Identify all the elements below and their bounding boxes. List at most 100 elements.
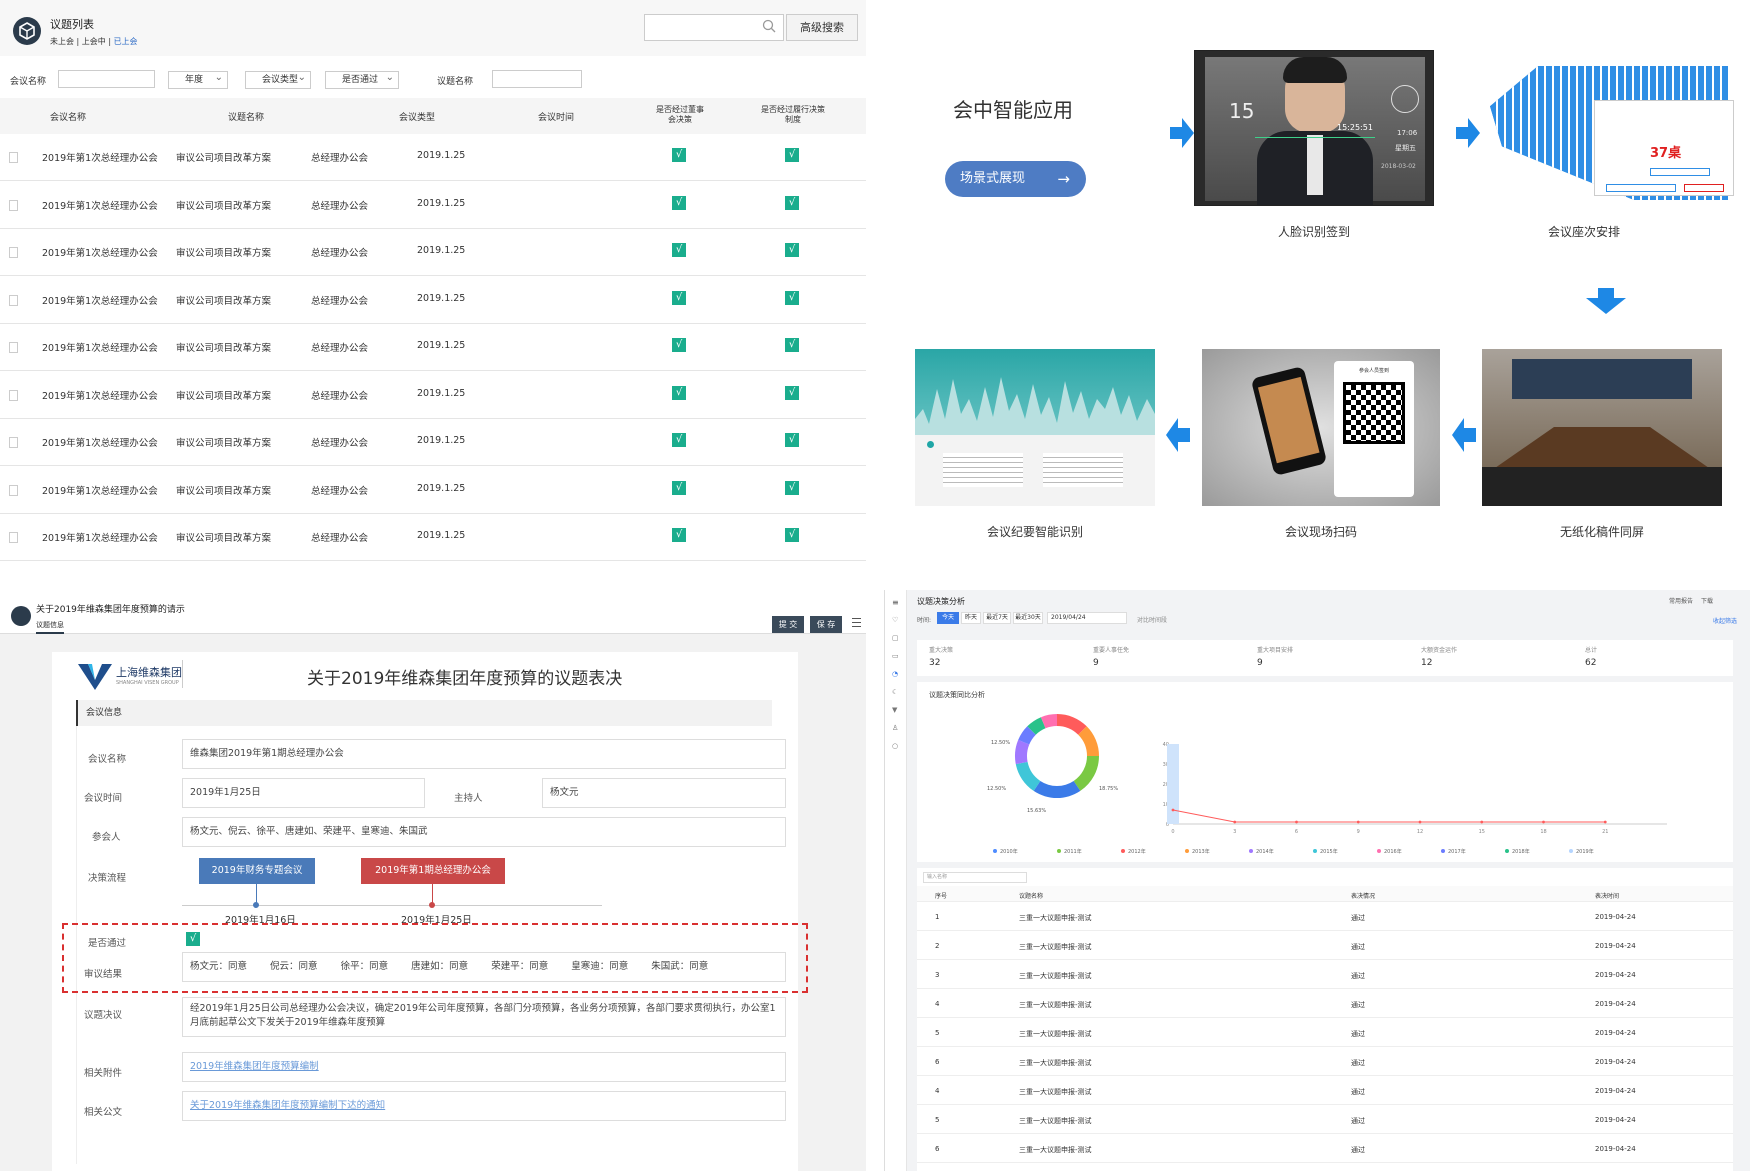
- menu-icon[interactable]: [852, 618, 861, 627]
- legend-item[interactable]: 2014年: [1249, 848, 1274, 855]
- row-checkbox[interactable]: [9, 247, 18, 258]
- settings-icon[interactable]: ○: [892, 742, 898, 750]
- chart-title: 议题决策同比分析: [929, 691, 985, 699]
- tab-done-meeting[interactable]: 已上会: [114, 37, 138, 46]
- table-row[interactable]: 4 三重一大议题申报-测试 通过 2019-04-24: [917, 989, 1733, 1018]
- row-checkbox[interactable]: [9, 437, 18, 448]
- attendees-field[interactable]: 杨文元、倪云、徐平、唐建如、荣建平、皇寒迪、朱国武: [182, 817, 786, 847]
- table-row[interactable]: 5 三重一大议题申报-测试 通过 2019-04-24: [917, 1105, 1733, 1134]
- data-point[interactable]: [1480, 820, 1484, 824]
- legend-item[interactable]: 2013年: [1185, 848, 1210, 855]
- table-row[interactable]: 2019年第1次总经理办公会 审议公司项目改革方案 总经理办公会 2019.1.25 √…: [0, 182, 866, 229]
- table-row[interactable]: 2019年第1次总经理办公会 审议公司项目改革方案 总经理办公会 2019.1.25 √…: [0, 229, 866, 276]
- tab-not-meeting[interactable]: 未上会: [50, 37, 74, 46]
- chat-icon[interactable]: ▭: [892, 652, 899, 660]
- doc-link[interactable]: 关于2019年维森集团年度预算编制下达的通知: [182, 1091, 786, 1121]
- legend-item[interactable]: 2018年: [1505, 848, 1530, 855]
- table-row[interactable]: 2019年第1次总经理办公会 审议公司项目改革方案 总经理办公会 2019.1.25 √…: [0, 324, 866, 371]
- filter-icon[interactable]: ▼: [892, 706, 897, 714]
- scene-button[interactable]: 场景式展现 →: [945, 161, 1086, 197]
- donut-slice[interactable]: [1033, 780, 1081, 798]
- advanced-search-button[interactable]: 高级搜索: [786, 14, 858, 41]
- cell-date: 2019.1.25: [417, 197, 466, 209]
- bar[interactable]: [1167, 744, 1179, 824]
- row-checkbox[interactable]: [9, 152, 18, 163]
- table-row[interactable]: 2019年第1次总经理办公会 审议公司项目改革方案 总经理办公会 2019.1.25 √…: [0, 277, 866, 324]
- date-picker[interactable]: 2019/04/24: [1047, 612, 1127, 624]
- table-row[interactable]: 5 三重一大议题申报-测试 通过 2019-04-24: [917, 1018, 1733, 1047]
- filter-meeting-name-input[interactable]: [58, 70, 155, 88]
- tab-in-meeting[interactable]: 上会中: [82, 37, 106, 46]
- cell-no: 5: [935, 1029, 940, 1037]
- data-point[interactable]: [1603, 820, 1607, 824]
- meeting-name-field[interactable]: 维森集团2019年第1期总经理办公会: [182, 739, 786, 769]
- submit-button[interactable]: 提 交: [772, 616, 804, 633]
- filter-topic-name-input[interactable]: [492, 70, 582, 88]
- caption-minutes: 会议纪要智能识别: [986, 525, 1083, 539]
- resolution-field[interactable]: 经2019年1月25日公司总经理办公会决议，确定2019年公司年度预算，各部门分…: [182, 997, 786, 1037]
- legend-item[interactable]: 2010年: [993, 848, 1018, 855]
- heart-icon[interactable]: ♡: [892, 616, 898, 624]
- host-field[interactable]: 杨文元: [542, 778, 786, 808]
- table-row[interactable]: 2019年第1次总经理办公会 审议公司项目改革方案 总经理办公会 2019.1.25 √…: [0, 372, 866, 419]
- search-icon[interactable]: [762, 19, 776, 33]
- report-link[interactable]: 常用报告: [1669, 598, 1693, 605]
- compare-checkbox[interactable]: 对比时间段: [1137, 615, 1167, 624]
- meeting-time-field[interactable]: 2019年1月25日: [182, 778, 425, 808]
- save-button[interactable]: 保 存: [810, 616, 842, 633]
- row-checkbox[interactable]: [9, 199, 18, 211]
- download-link[interactable]: 下载: [1701, 598, 1713, 605]
- legend-item[interactable]: 2016年: [1377, 848, 1402, 855]
- table-row[interactable]: 1 三重一大议题申报-测试 通过 2019-04-24: [917, 902, 1733, 931]
- tab-7days[interactable]: 最近7天: [983, 612, 1011, 624]
- row-checkbox[interactable]: [9, 342, 18, 353]
- data-point[interactable]: [1356, 820, 1360, 824]
- data-point[interactable]: [1233, 820, 1237, 824]
- table-row[interactable]: 6 三重一大议题申报-测试 通过 2019-04-24: [917, 1134, 1733, 1163]
- doc-icon[interactable]: ▢: [892, 634, 899, 642]
- chart-icon[interactable]: ◔: [892, 670, 898, 678]
- table-row[interactable]: 2019年第1次总经理办公会 审议公司项目改革方案 总经理办公会 2019.1.25 √…: [0, 467, 866, 514]
- collapse-filter[interactable]: 收起筛选: [1713, 616, 1737, 625]
- row-checkbox[interactable]: [9, 484, 18, 496]
- donut-slice[interactable]: [1073, 756, 1099, 791]
- filter-year-select[interactable]: 年度: [168, 70, 228, 89]
- tab-today[interactable]: 今天: [937, 612, 959, 624]
- tab-yesterday[interactable]: 昨天: [961, 612, 981, 624]
- col-meeting-type: 会议类型: [399, 113, 436, 123]
- user-icon[interactable]: ♙: [892, 724, 898, 732]
- table-search-input[interactable]: 输入名称: [923, 872, 1027, 883]
- filter-passed-select[interactable]: 是否通过: [325, 70, 399, 89]
- filter-type-select[interactable]: 会议类型: [245, 70, 311, 89]
- row-checkbox[interactable]: [9, 389, 18, 401]
- menu-icon[interactable]: ≡: [892, 598, 899, 607]
- data-point[interactable]: [1171, 808, 1175, 812]
- cell-meeting: 2019年第1次总经理办公会: [42, 485, 158, 497]
- data-point[interactable]: [1542, 820, 1545, 824]
- label-resolution: 议题决议: [84, 1010, 123, 1021]
- legend-item[interactable]: 2012年: [1121, 848, 1146, 855]
- legend-item[interactable]: 2015年: [1313, 848, 1338, 855]
- tab-30days[interactable]: 最近30天: [1013, 612, 1043, 624]
- row-checkbox[interactable]: [9, 532, 18, 543]
- moon-icon[interactable]: ☾: [892, 688, 898, 696]
- table-row[interactable]: 6 三重一大议题申报-测试 通过 2019-04-24: [917, 1047, 1733, 1076]
- legend-item[interactable]: 2019年: [1569, 848, 1594, 855]
- attachment-link[interactable]: 2019年维森集团年度预算编制: [182, 1052, 786, 1082]
- process-step-2[interactable]: 2019年第1期总经理办公会: [361, 858, 505, 884]
- legend-item[interactable]: 2011年: [1057, 848, 1082, 855]
- table-row[interactable]: 2019年第1次总经理办公会 审议公司项目改革方案 总经理办公会 2019.1.25 √…: [0, 134, 866, 181]
- table-row[interactable]: 2019年第1次总经理办公会 审议公司项目改革方案 总经理办公会 2019.1.25 √…: [0, 514, 866, 561]
- tab-topic-info[interactable]: 议题信息: [36, 620, 64, 634]
- legend-item[interactable]: 2017年: [1441, 848, 1466, 855]
- process-step-1[interactable]: 2019年财务专题会议: [199, 858, 315, 884]
- data-point[interactable]: [1295, 820, 1298, 824]
- table-row[interactable]: 2019年第1次总经理办公会 审议公司项目改革方案 总经理办公会 2019.1.25 √…: [0, 419, 866, 466]
- table-row[interactable]: 4 三重一大议题申报-测试 通过 2019-04-24: [917, 1076, 1733, 1105]
- row-checkbox[interactable]: [9, 294, 18, 306]
- arrow-left-icon: [1452, 418, 1476, 455]
- data-point[interactable]: [1418, 820, 1422, 824]
- table-row[interactable]: 3 三重一大议题申报-测试 通过 2019-04-24: [917, 960, 1733, 989]
- table-row[interactable]: 2 三重一大议题申报-测试 通过 2019-04-24: [917, 931, 1733, 960]
- caption-seat: 会议座次安排: [1547, 225, 1620, 239]
